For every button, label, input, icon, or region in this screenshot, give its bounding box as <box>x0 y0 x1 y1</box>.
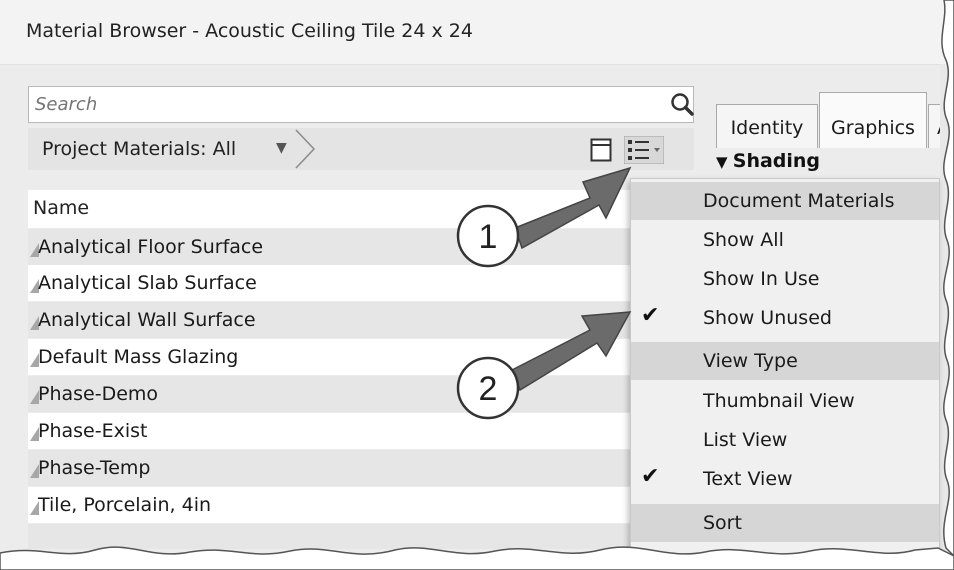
torn-edge-overlay <box>0 0 954 570</box>
material-browser-window: Material Browser - Acoustic Ceiling Tile… <box>0 0 954 570</box>
